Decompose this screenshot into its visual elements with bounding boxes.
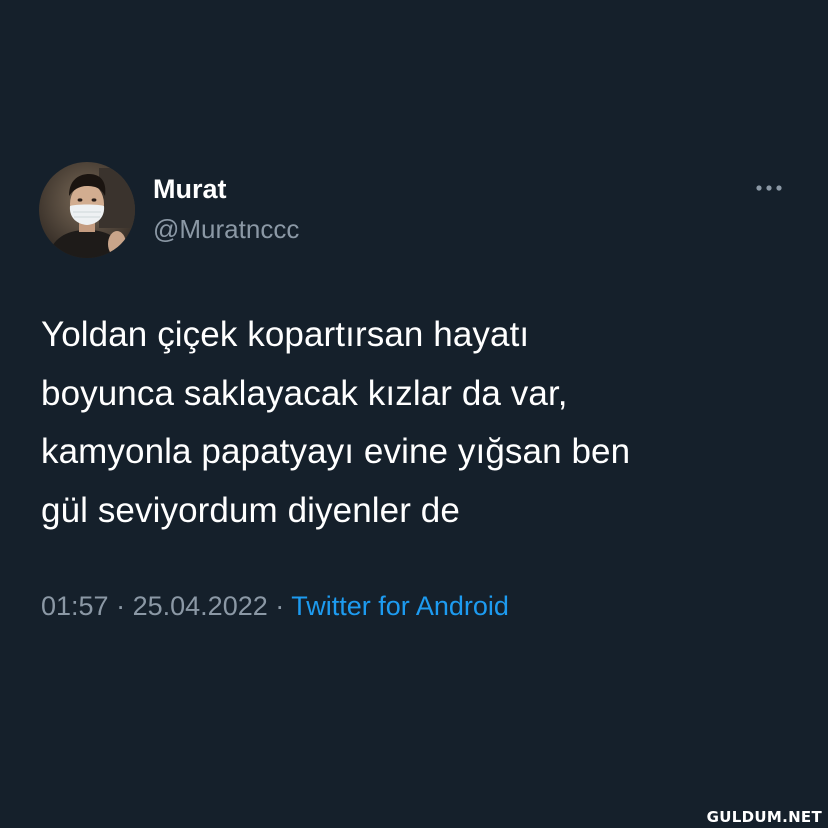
tweet-source-link[interactable]: Twitter for Android — [291, 591, 509, 621]
tweet-text: Yoldan çiçek kopartırsan hayatı boyunca … — [41, 315, 631, 530]
meta-separator: · — [275, 591, 285, 621]
more-horizontal-icon — [756, 185, 782, 191]
author-handle[interactable]: @Muratnccc — [153, 212, 299, 246]
more-options-button[interactable] — [748, 174, 792, 202]
author-display-name[interactable]: Murat — [153, 172, 227, 206]
tweet-metadata: 01:57 · 25.04.2022 · Twitter for Android — [41, 586, 509, 626]
meta-separator: · — [116, 591, 126, 621]
tweet-time[interactable]: 01:57 — [41, 591, 109, 621]
tweet-date[interactable]: 25.04.2022 — [133, 591, 268, 621]
tweet-card: Murat @Muratnccc Yoldan çiçek kopartırsa… — [0, 0, 828, 828]
watermark: GULDUM.NET — [706, 808, 822, 826]
avatar[interactable] — [39, 162, 135, 258]
avatar-photo-icon — [39, 162, 135, 258]
